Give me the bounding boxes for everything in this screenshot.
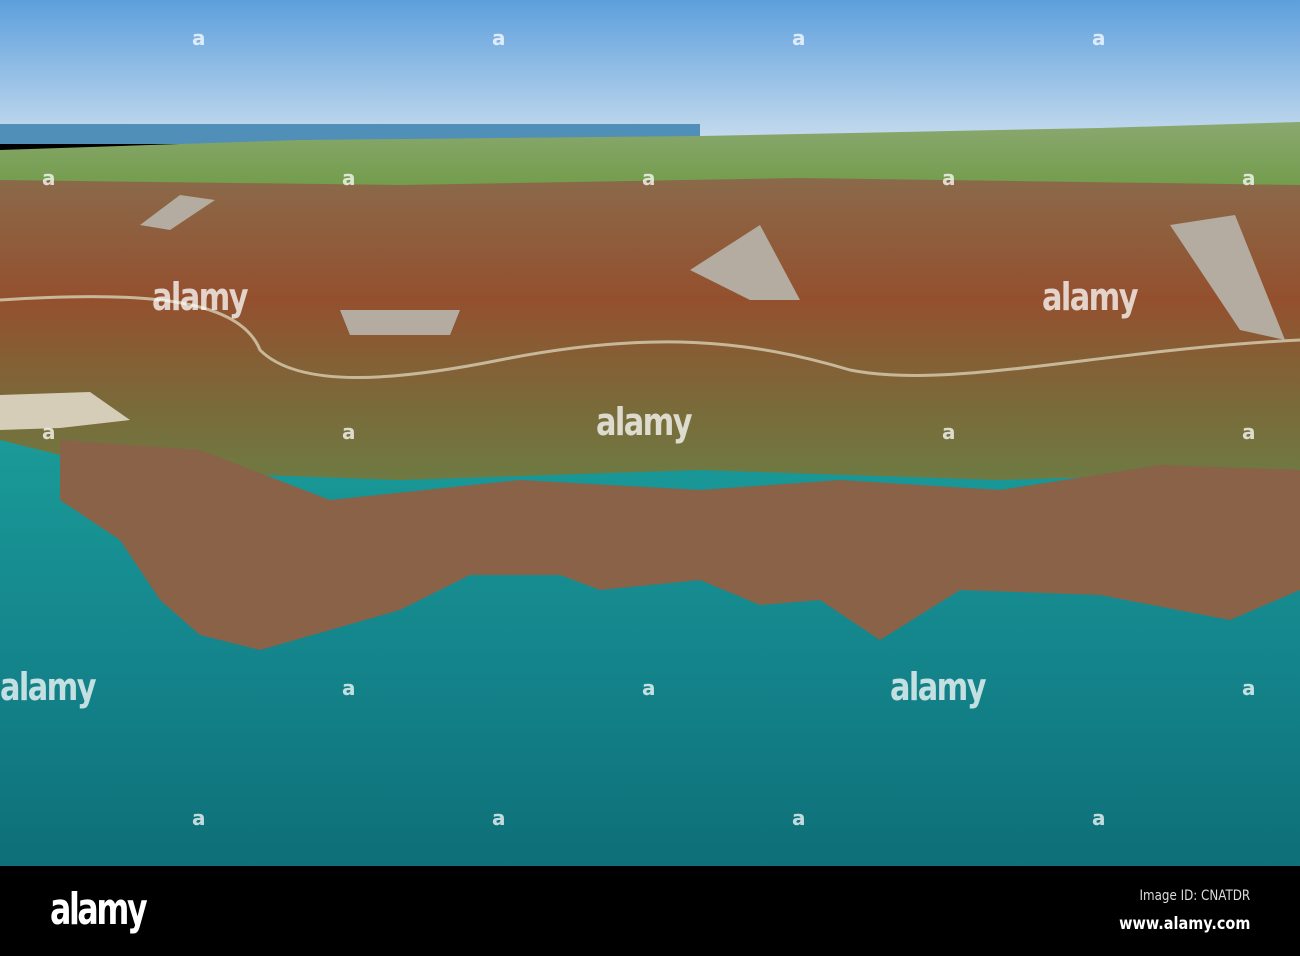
watermark-mark: a — [1092, 806, 1106, 830]
watermark-mark: a — [1092, 26, 1106, 50]
watermark-mark: a — [42, 166, 56, 190]
watermark-logo: alamy — [0, 665, 97, 709]
site-url[interactable]: www.alamy.com — [1119, 914, 1250, 934]
watermark-logo: alamy — [1042, 275, 1139, 319]
watermark-mark: a — [1242, 166, 1256, 190]
watermark-mark: a — [492, 26, 506, 50]
watermark-logo: alamy — [152, 275, 249, 319]
watermark-mark: a — [342, 420, 356, 444]
image-id: Image ID: CNATDR — [1139, 888, 1250, 904]
watermark-mark: a — [642, 676, 656, 700]
watermark-mark: a — [192, 806, 206, 830]
watermark-mark: a — [342, 166, 356, 190]
watermark-mark: a — [792, 806, 806, 830]
footer-bar: alamy Image ID: CNATDR www.alamy.com — [0, 866, 1300, 956]
watermark-mark: a — [192, 26, 206, 50]
watermark-mark: a — [942, 420, 956, 444]
watermark-mark: a — [42, 420, 56, 444]
watermark-mark: a — [1242, 420, 1256, 444]
alamy-logo: alamy — [50, 884, 148, 935]
watermark-mark: a — [1242, 676, 1256, 700]
watermark-logo: alamy — [890, 665, 987, 709]
watermark-mark: a — [492, 806, 506, 830]
watermark-mark: a — [642, 166, 656, 190]
watermark-mark: a — [792, 26, 806, 50]
watermark-mark: a — [942, 166, 956, 190]
watermark-mark: a — [342, 676, 356, 700]
sky — [0, 0, 1300, 140]
watermark-logo: alamy — [596, 400, 693, 444]
stock-photo: alamy alamy alamy alamy alamy a a a a a … — [0, 0, 1300, 956]
